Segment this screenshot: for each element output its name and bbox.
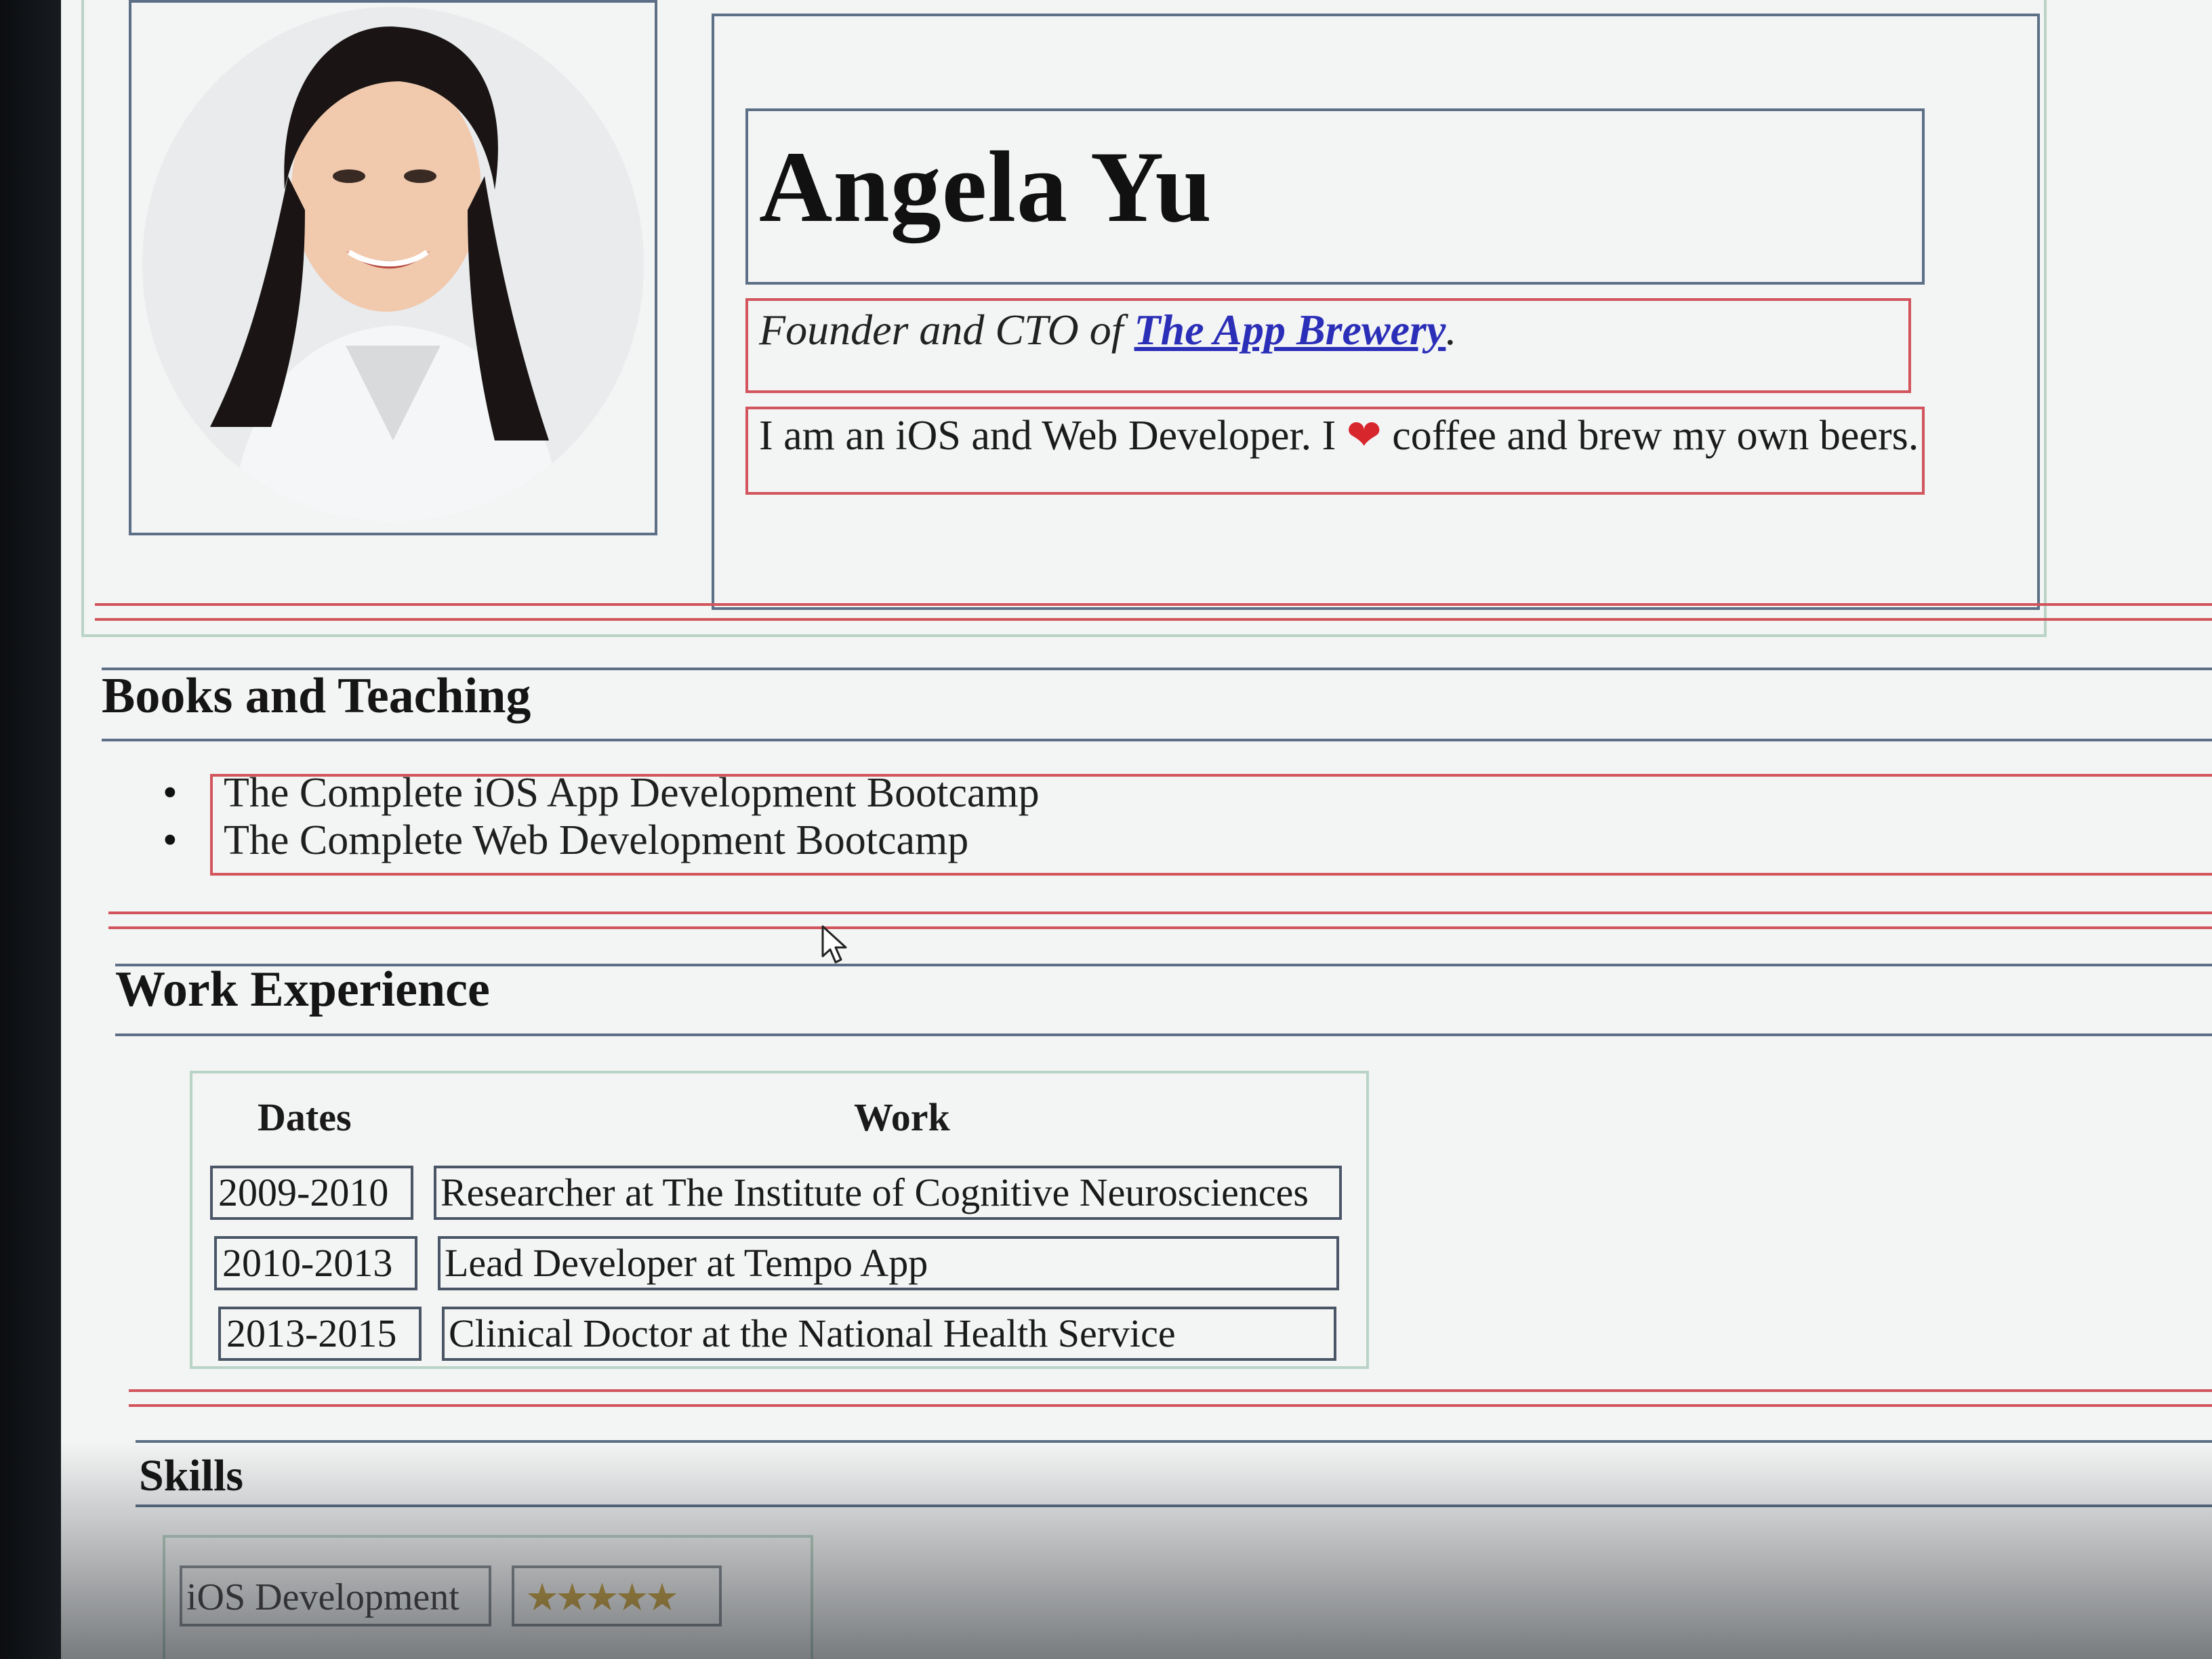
section-outline (136, 1504, 2212, 1507)
table-cell-work: Clinical Doctor at the National Health S… (449, 1311, 1176, 1355)
table-cell-dates: 2013-2015 (226, 1311, 397, 1355)
table-cell-dates: 2010-2013 (222, 1241, 393, 1285)
horizontal-rule (129, 1389, 2212, 1392)
tagline: Founder and CTO of The App Brewery. (759, 305, 1456, 355)
app-brewery-link[interactable]: The App Brewery (1134, 306, 1446, 354)
table-cell-work: Researcher at The Institute of Cognitive… (441, 1170, 1309, 1214)
bio-text: I am an iOS and Web Developer. I ❤ coffe… (759, 410, 1919, 460)
work-heading: Work Experience (115, 962, 490, 1017)
section-outline (136, 1440, 2212, 1443)
heart-icon: ❤ (1346, 410, 1382, 459)
horizontal-rule-outline (95, 618, 2212, 621)
horizontal-rule-outline (129, 1404, 2212, 1407)
portrait-image (142, 7, 644, 522)
column-header-dates: Dates (258, 1095, 352, 1139)
table-cell-work: Lead Developer at Tempo App (445, 1241, 928, 1285)
course-list: The Complete iOS App Development Bootcam… (163, 769, 1040, 864)
list-item: The Complete Web Development Bootcamp (163, 817, 1040, 864)
books-heading: Books and Teaching (102, 668, 531, 724)
bio-prefix: I am an iOS and Web Developer. I (759, 413, 1347, 459)
horizontal-rule (95, 603, 2212, 606)
horizontal-rule-outline (108, 926, 2212, 929)
table-cell-dates: 2009-2010 (218, 1170, 389, 1214)
bio-suffix: coffee and brew my own beers. (1381, 413, 1919, 459)
skill-rating: ★★★★★ (525, 1576, 679, 1620)
list-item: The Complete iOS App Development Bootcam… (163, 769, 1040, 817)
column-header-work: Work (854, 1095, 950, 1139)
mouse-pointer-icon (821, 925, 847, 964)
profile-photo (142, 7, 644, 522)
profile-name: Angela Yu (759, 131, 1212, 243)
browser-viewport: Angela Yu Founder and CTO of The App Bre… (61, 0, 2212, 1659)
skills-heading: Skills (139, 1451, 244, 1500)
skill-name: iOS Development (186, 1576, 459, 1618)
tagline-suffix: . (1446, 306, 1457, 354)
section-outline (102, 739, 2212, 741)
horizontal-rule (108, 912, 2212, 914)
tagline-prefix: Founder and CTO of (759, 306, 1134, 354)
section-outline (115, 1033, 2212, 1036)
